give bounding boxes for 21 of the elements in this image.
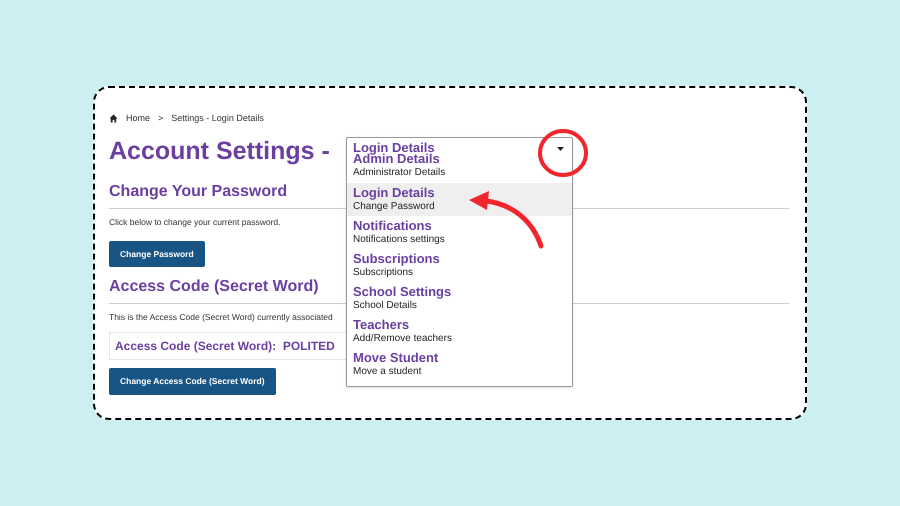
option-subtitle: Add/Remove teachers bbox=[353, 333, 452, 345]
option-title: School Settings bbox=[353, 284, 452, 300]
option-title: Notifications bbox=[353, 218, 432, 234]
section-heading: Access Code (Secret Word) bbox=[109, 277, 319, 298]
option-title: Subscriptions bbox=[353, 251, 440, 267]
option-subtitle: Change Password bbox=[353, 201, 435, 213]
option-subtitle: Administrator Details bbox=[353, 167, 446, 179]
section-text: Click below to change your current password. bbox=[109, 216, 280, 228]
option-subtitle: Notifications settings bbox=[353, 234, 445, 246]
section-text: This is the Access Code (Secret Word) currently associated bbox=[109, 311, 333, 324]
section-heading: Change Your Password bbox=[109, 182, 288, 202]
option-title: Teachers bbox=[353, 317, 410, 333]
option-title: Login Details bbox=[353, 185, 435, 201]
page-title: Account Settings - bbox=[109, 136, 330, 166]
select-value: Login Details bbox=[353, 141, 435, 155]
breadcrumb-current: Settings - Login Details bbox=[171, 112, 264, 125]
breadcrumb-separator: > bbox=[158, 112, 164, 125]
option-subtitle: Subscriptions bbox=[353, 267, 414, 279]
option-subtitle: Move a student bbox=[353, 366, 422, 378]
option-subtitle: School Details bbox=[353, 300, 417, 312]
option-title: Move Student bbox=[353, 350, 438, 366]
